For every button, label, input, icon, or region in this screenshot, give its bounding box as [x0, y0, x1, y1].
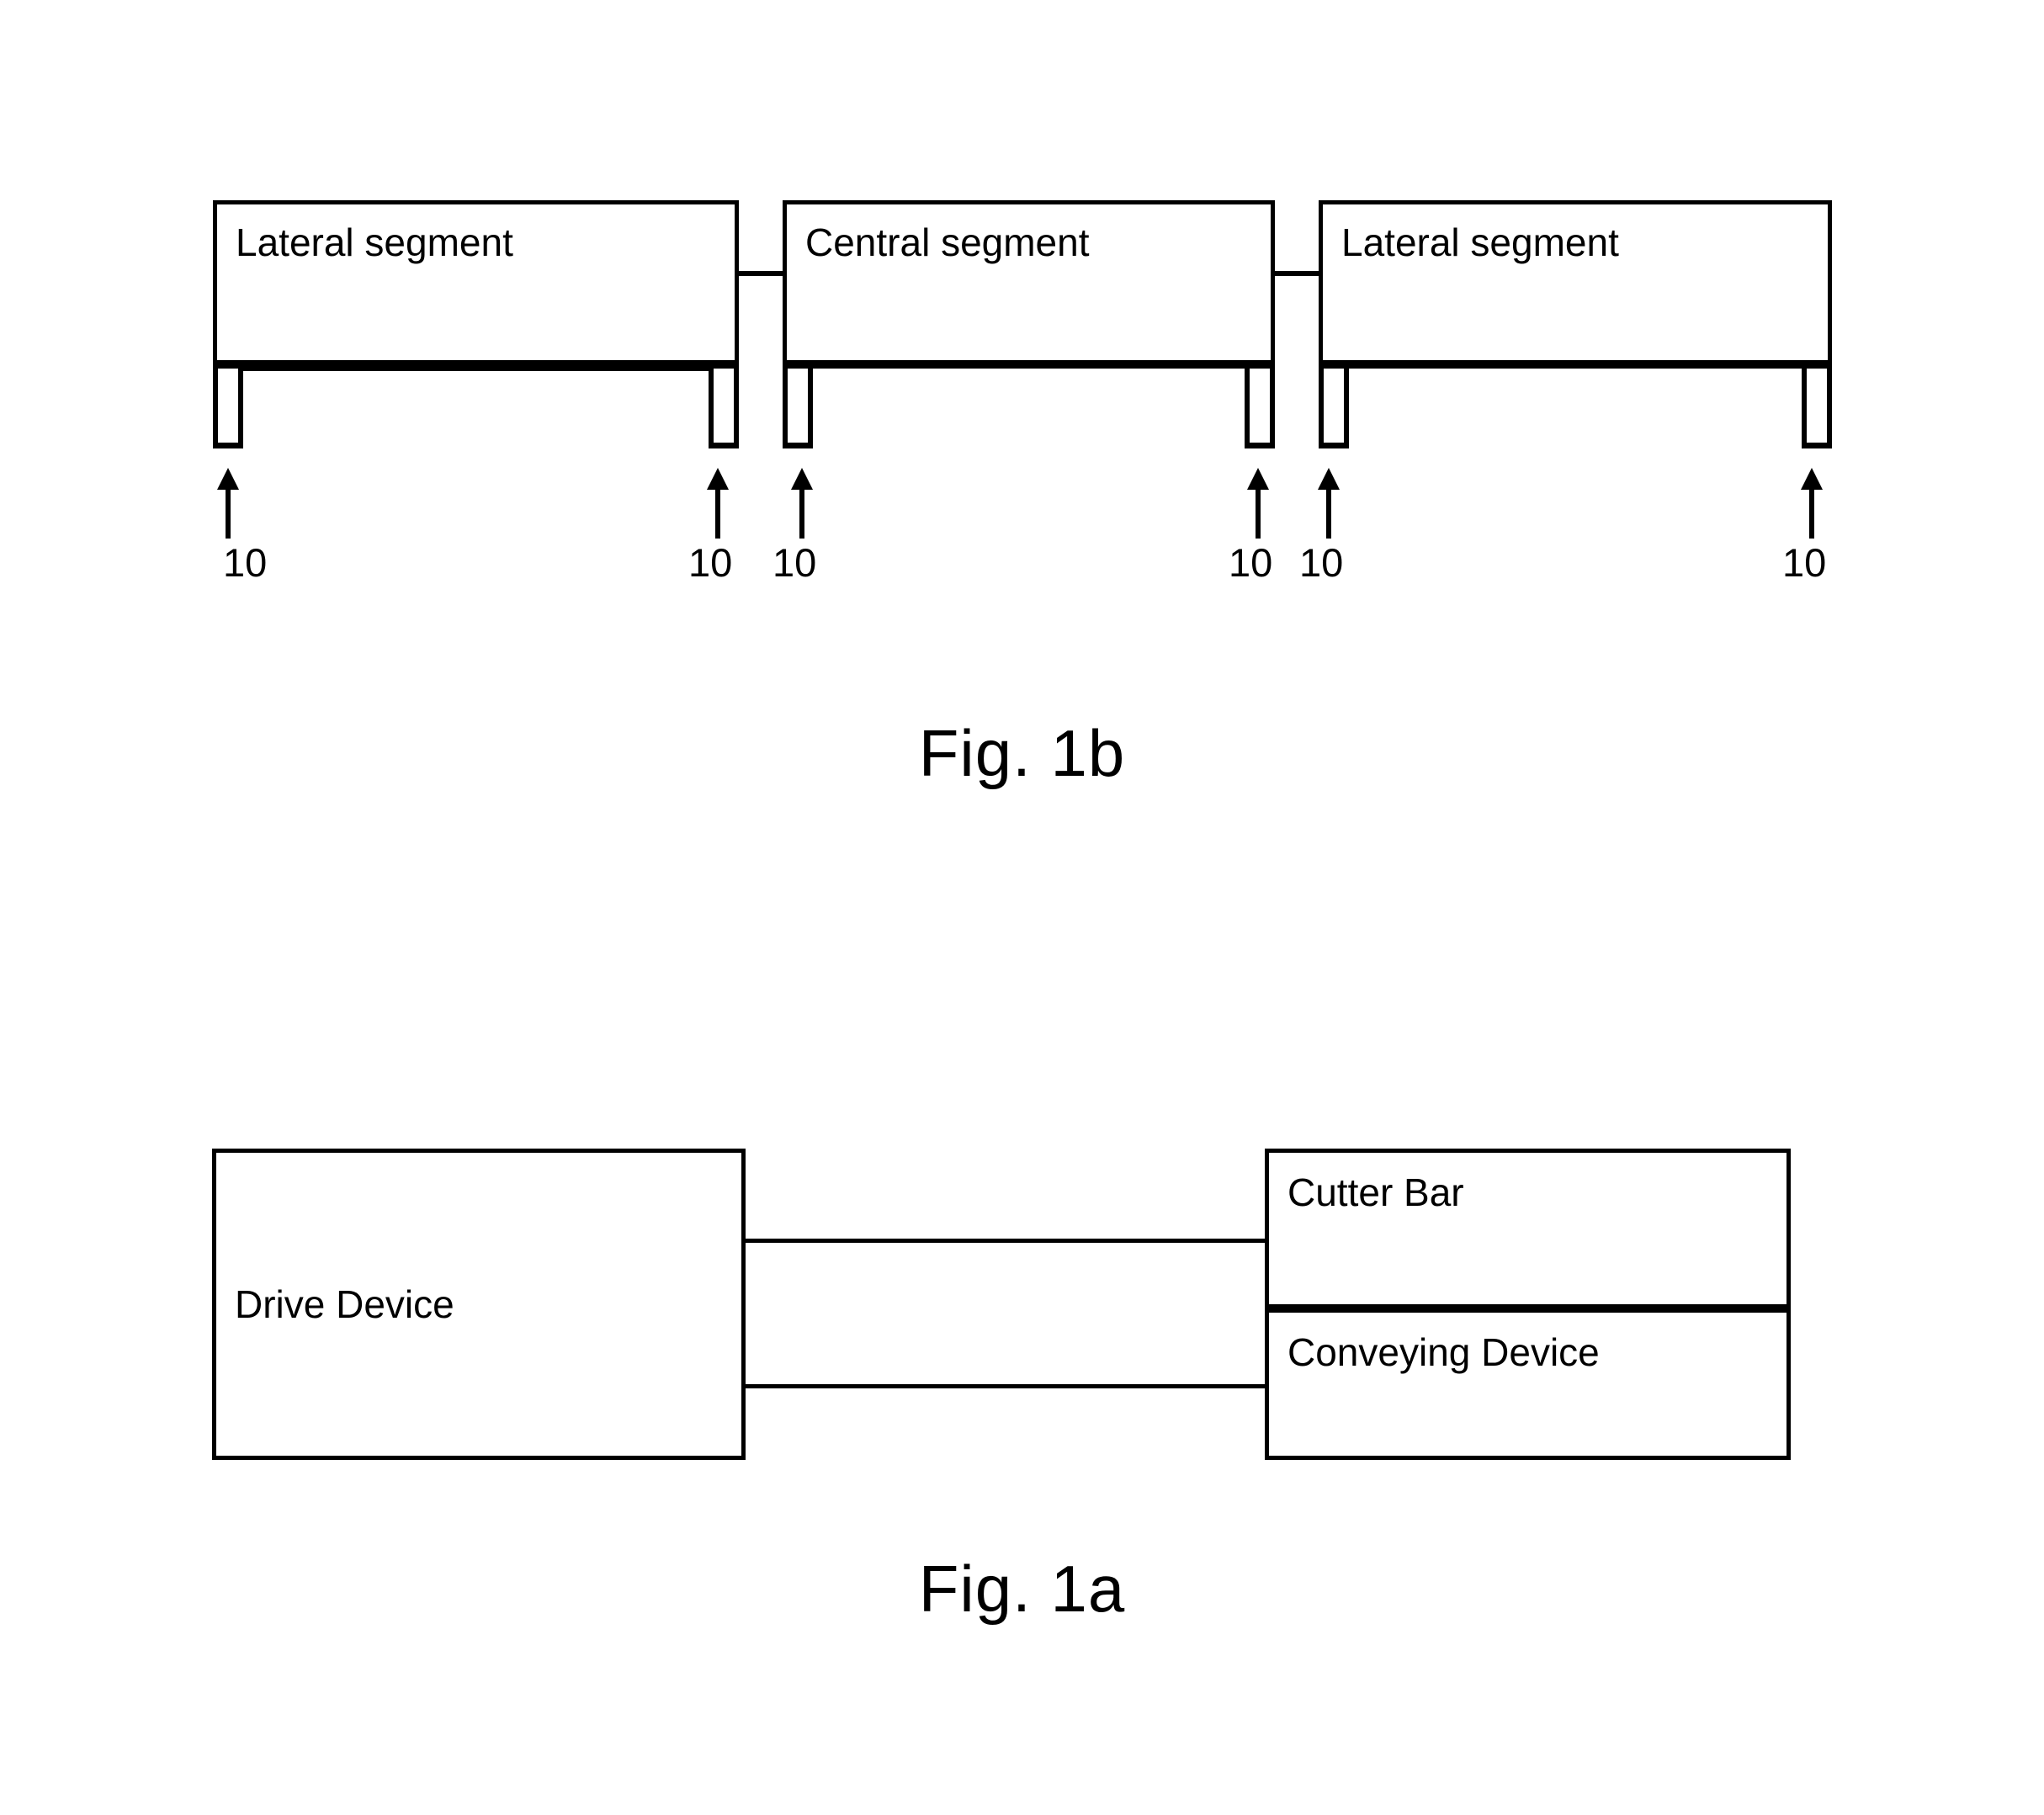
- segment-box-lateral-right: Lateral segment: [1319, 200, 1832, 369]
- reference-number: 10: [772, 540, 817, 585]
- segment-box-central: Central segment: [783, 200, 1275, 369]
- segment-label: Lateral segment: [1341, 220, 1619, 264]
- segment-lower-band-lateral-left: [213, 364, 739, 371]
- figure-1b: Lateral segment Central segment Lateral …: [0, 0, 2044, 841]
- block-label: Drive Device: [235, 1282, 454, 1326]
- figure-caption: Fig. 1b: [918, 716, 1126, 790]
- segment-leg: [783, 369, 813, 448]
- segment-label: Lateral segment: [236, 220, 513, 264]
- segment-leg: [709, 369, 739, 448]
- segment-connector: [1272, 271, 1322, 276]
- figure-1a: Drive Device Cutter Bar Conveying Device…: [0, 1094, 2044, 1700]
- block-label: Cutter Bar: [1287, 1170, 1464, 1214]
- reference-number: 10: [1782, 540, 1827, 585]
- reference-arrow: [215, 468, 241, 539]
- reference-number: 10: [688, 540, 733, 585]
- reference-number: 10: [223, 540, 268, 585]
- segment-box-lateral-left: Lateral segment: [213, 200, 739, 369]
- block-conveying-device: Conveying Device: [1265, 1308, 1791, 1460]
- segment-leg: [1802, 369, 1832, 448]
- reference-number: 10: [1229, 540, 1273, 585]
- connector-line-upper: [741, 1239, 1269, 1243]
- reference-number: 10: [1299, 540, 1344, 585]
- reference-arrow: [789, 468, 815, 539]
- patent-figure-sheet: Lateral segment Central segment Lateral …: [0, 0, 2044, 1815]
- reference-arrow: [705, 468, 730, 539]
- reference-arrow: [1245, 468, 1271, 539]
- block-cutter-bar: Cutter Bar: [1265, 1149, 1791, 1308]
- block-drive-device: Drive Device: [212, 1149, 746, 1460]
- figure-caption: Fig. 1a: [918, 1552, 1126, 1626]
- block-label: Conveying Device: [1287, 1330, 1600, 1374]
- segment-label: Central segment: [805, 220, 1090, 264]
- segment-leg: [213, 369, 243, 448]
- segment-connector: [735, 271, 786, 276]
- segment-leg: [1245, 369, 1275, 448]
- segment-divider: [1323, 360, 1828, 364]
- segment-divider: [787, 360, 1271, 364]
- segment-leg: [1319, 369, 1349, 448]
- connector-line-lower: [741, 1384, 1269, 1388]
- reference-arrow: [1316, 468, 1341, 539]
- reference-arrow: [1799, 468, 1824, 539]
